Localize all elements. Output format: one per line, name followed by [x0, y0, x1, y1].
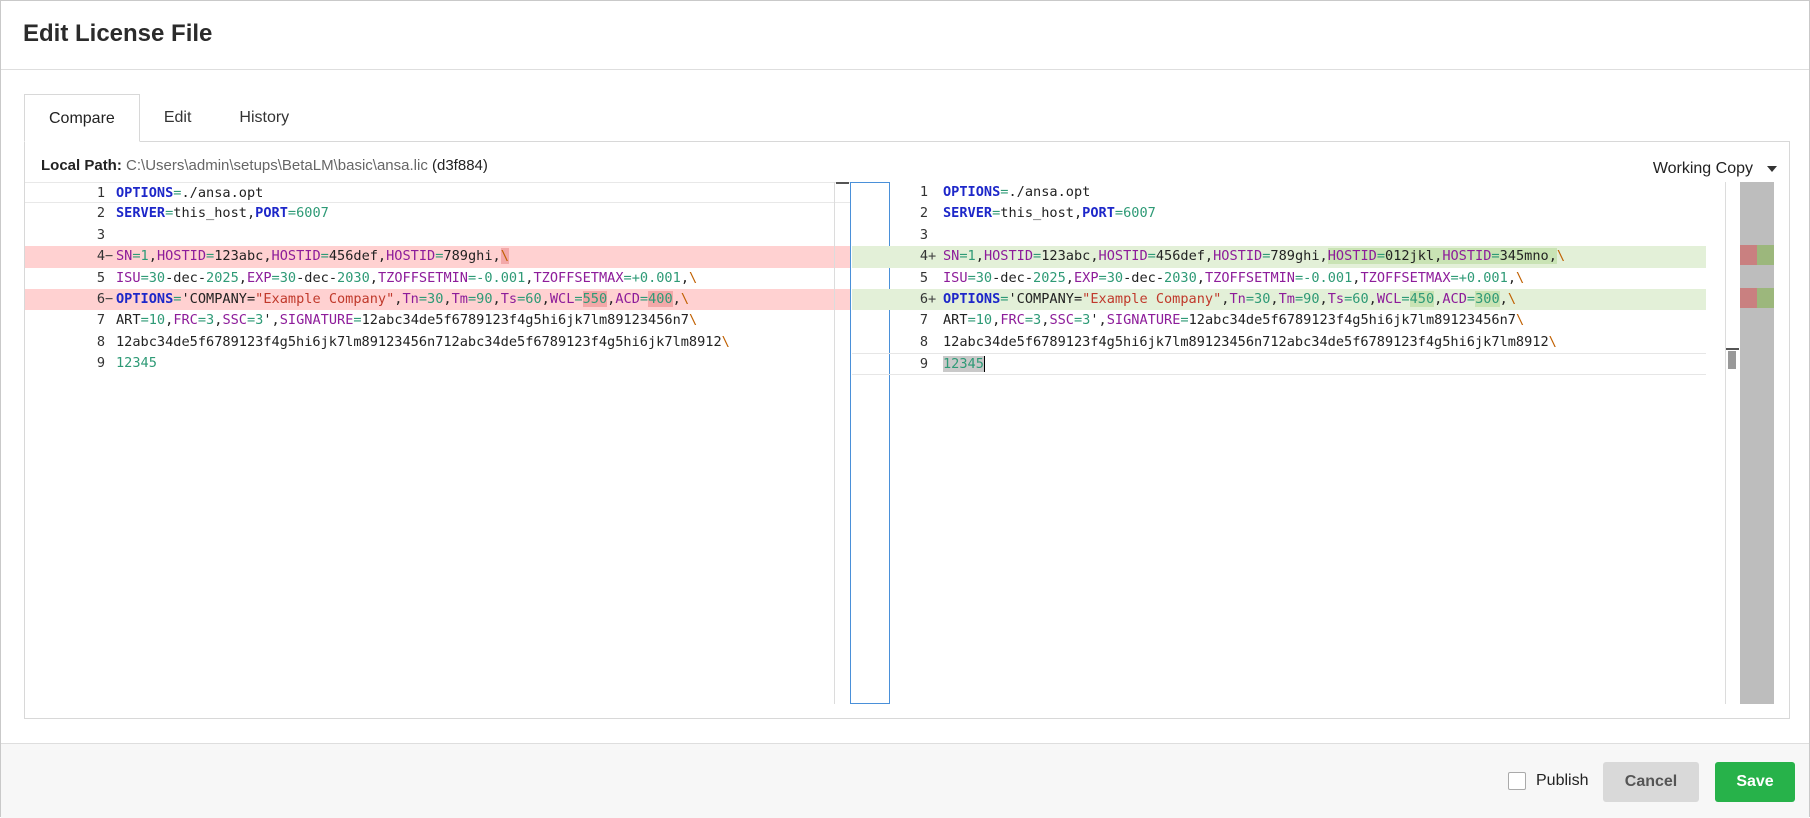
line-number: 8: [919, 333, 928, 350]
right-line-added: 6 + OPTIONS='COMPANY="Example Company",T…: [852, 288, 1706, 311]
line-number: 4: [96, 248, 105, 265]
right-line: 5 ISU=30-dec-2025,EXP=30-dec-2030,TZOFFS…: [852, 268, 1706, 289]
tab-history[interactable]: History: [215, 94, 313, 142]
line-number: 9: [919, 356, 928, 373]
dialog-header: Edit License File: [1, 1, 1809, 70]
line-number: 4: [919, 248, 928, 265]
cancel-button[interactable]: Cancel: [1603, 762, 1699, 802]
code-text: 12345: [116, 355, 157, 372]
line-number: 7: [96, 312, 105, 329]
line-number: 5: [96, 269, 105, 286]
publish-toggle[interactable]: Publish: [1508, 772, 1588, 790]
tab-edit[interactable]: Edit: [140, 94, 216, 142]
code-text: SERVER=this_host,PORT=6007: [943, 205, 1156, 222]
left-line: 7 ART=10,FRC=3,SSC=3',SIGNATURE=12abc34d…: [25, 310, 851, 331]
line-number: 2: [96, 205, 105, 222]
edit-license-dialog: Edit License File Compare Edit History L…: [0, 0, 1810, 818]
line-number: 7: [919, 312, 928, 329]
overview-added-mark: [1757, 245, 1774, 265]
code-text: ART=10,FRC=3,SSC=3',SIGNATURE=12abc34de5…: [116, 312, 698, 329]
left-line: 8 12abc34de5f6789123f4g5hi6jk7lm89123456…: [25, 332, 851, 353]
code-text: ART=10,FRC=3,SSC=3',SIGNATURE=12abc34de5…: [943, 312, 1525, 329]
line-number: 2: [919, 205, 928, 222]
code-text: SERVER=this_host,PORT=6007: [116, 205, 329, 222]
right-line: 7 ART=10,FRC=3,SSC=3',SIGNATURE=12abc34d…: [852, 310, 1706, 331]
overview-deleted-mark: [1740, 245, 1757, 265]
version-selector[interactable]: Working Copy: [1653, 160, 1777, 178]
diff-overview-scrollbar[interactable]: [1740, 182, 1774, 704]
dialog-title: Edit License File: [23, 20, 213, 47]
right-line: 3: [852, 225, 1706, 246]
left-line-deleted: 6 − OPTIONS='COMPANY="Example Company",T…: [25, 288, 851, 311]
left-line: 2 SERVER=this_host,PORT=6007: [25, 203, 851, 224]
right-line-added: 4 + SN=1,HOSTID=123abc,HOSTID=456def,HOS…: [852, 246, 1706, 268]
right-line: 8 12abc34de5f6789123f4g5hi6jk7lm89123456…: [852, 332, 1706, 353]
right-line: 2 SERVER=this_host,PORT=6007: [852, 203, 1706, 224]
code-text: ISU=30-dec-2025,EXP=30-dec-2030,TZOFFSET…: [116, 269, 698, 286]
right-line: 1 OPTIONS=./ansa.opt: [852, 182, 1706, 203]
right-scroll-thumb[interactable]: [1728, 351, 1736, 369]
publish-checkbox[interactable]: [1508, 772, 1526, 790]
line-number: 8: [96, 333, 105, 350]
right-editor-ruler: [1725, 182, 1726, 704]
code-text: OPTIONS='COMPANY="Example Company",Tn=30…: [116, 290, 690, 307]
left-line: 9 12345: [25, 353, 851, 374]
dialog-footer: Publish Cancel Save: [1, 743, 1809, 818]
code-text: SN=1,HOSTID=123abc,HOSTID=456def,HOSTID=…: [116, 248, 509, 265]
local-path-value: C:\Users\admin\setups\BetaLM\basic\ansa.…: [126, 157, 428, 174]
diff-marker: +: [928, 290, 937, 307]
code-text: ISU=30-dec-2025,EXP=30-dec-2030,TZOFFSET…: [943, 269, 1525, 286]
code-text: 12345: [943, 356, 985, 373]
line-number: 3: [96, 226, 105, 243]
overview-deleted-mark: [1740, 288, 1757, 308]
line-number: 6: [96, 290, 105, 307]
code-text: 12abc34de5f6789123f4g5hi6jk7lm89123456n7…: [116, 333, 730, 350]
right-line-current: 9 12345: [852, 353, 1706, 375]
line-number: 1: [96, 185, 105, 201]
publish-label: Publish: [1536, 772, 1589, 789]
right-editor[interactable]: 1 OPTIONS=./ansa.opt 2 SERVER=this_host,…: [852, 182, 1790, 704]
line-number: 5: [919, 269, 928, 286]
tab-bar: Compare Edit History: [24, 94, 313, 142]
line-number: 9: [96, 355, 105, 372]
save-button[interactable]: Save: [1715, 762, 1795, 802]
line-number: 3: [919, 226, 928, 243]
left-scroll-indicator: [836, 182, 849, 184]
overview-added-mark: [1757, 288, 1774, 308]
code-text: OPTIONS='COMPANY="Example Company",Tn=30…: [943, 290, 1517, 307]
left-line: 1 OPTIONS=./ansa.opt: [25, 182, 851, 204]
code-text: OPTIONS=./ansa.opt: [116, 185, 264, 201]
left-editor-ruler: [834, 182, 835, 704]
left-line: 3: [25, 225, 851, 246]
compare-panel: Local Path: C:\Users\admin\setups\BetaLM…: [24, 141, 1790, 719]
caret-down-icon: [1767, 166, 1777, 172]
local-path-info: Local Path: C:\Users\admin\setups\BetaLM…: [41, 157, 488, 174]
diff-marker: +: [928, 248, 937, 265]
right-scroll-indicator: [1726, 348, 1739, 350]
dialog-body: Compare Edit History Local Path: C:\User…: [1, 70, 1809, 743]
version-selector-label: Working Copy: [1652, 160, 1753, 177]
code-text: OPTIONS=./ansa.opt: [943, 184, 1091, 200]
tab-compare[interactable]: Compare: [24, 94, 140, 142]
left-line-deleted: 4 − SN=1,HOSTID=123abc,HOSTID=456def,HOS…: [25, 246, 851, 268]
line-number: 1: [919, 184, 928, 200]
code-text: SN=1,HOSTID=123abc,HOSTID=456def,HOSTID=…: [943, 248, 1566, 265]
line-number: 6: [919, 290, 928, 307]
left-editor[interactable]: 1 OPTIONS=./ansa.opt 2 SERVER=this_host,…: [25, 182, 852, 704]
code-text: 12abc34de5f6789123f4g5hi6jk7lm89123456n7…: [943, 333, 1557, 350]
local-path-label: Local Path:: [41, 157, 122, 174]
left-line: 5 ISU=30-dec-2025,EXP=30-dec-2030,TZOFFS…: [25, 268, 851, 289]
local-path-hash: (d3f884): [432, 157, 488, 174]
